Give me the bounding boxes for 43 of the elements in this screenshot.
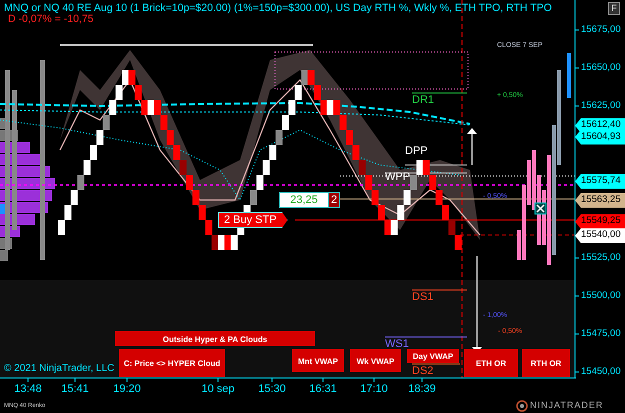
brand-name: NINJATRADER — [530, 401, 604, 410]
time-label: 15:30 — [258, 384, 286, 395]
price-marker: 15540,00 — [575, 228, 625, 244]
copyright-text: © 2021 NinjaTrader, LLC — [4, 364, 114, 374]
price-label: 15675,00 — [581, 25, 621, 34]
chart-button[interactable]: Outside Hyper & PA Clouds — [115, 331, 315, 346]
price-label: 15625,00 — [581, 101, 621, 110]
price-label: 15450,00 — [581, 367, 621, 376]
time-label: 10 sep — [201, 384, 235, 395]
price-label: 15650,00 — [581, 63, 621, 72]
time-label: 17:10 — [360, 384, 388, 395]
chart-label: WS1 — [385, 339, 409, 350]
position-quantity: 2 — [328, 192, 340, 208]
price-marker: 15549,25 — [575, 214, 625, 230]
price-marker: 15563,25 — [575, 192, 625, 208]
corner-button[interactable]: F — [608, 2, 620, 15]
chart-label: DR1 — [412, 95, 434, 106]
brand-logo-icon — [516, 400, 528, 412]
price-label: 15500,00 — [581, 291, 621, 300]
up-arrow-icon — [467, 128, 477, 165]
price-marker: 15604,93 — [575, 130, 625, 144]
change-readout: D -0,07% = -10,75 — [8, 14, 94, 24]
chart-button[interactable]: Wk VWAP — [350, 349, 401, 372]
time-label: 16:31 — [309, 384, 337, 395]
chart-label: DS1 — [412, 292, 434, 303]
price-marker: 15575,74 — [575, 174, 625, 189]
time-label: 19:20 — [113, 384, 141, 395]
time-label: 13:48 — [14, 384, 42, 395]
price-label: 15525,00 — [581, 253, 621, 262]
chart-button[interactable]: Mnt VWAP — [292, 349, 344, 372]
chart-button[interactable]: C: Price <> HYPER Cloud — [119, 349, 225, 377]
price-label: 15475,00 — [581, 329, 621, 338]
chart-label: DPP — [405, 146, 428, 157]
chart-button[interactable]: Day VWAP — [407, 349, 459, 363]
time-label: 15:41 — [61, 384, 89, 395]
chart-button[interactable]: RTH OR — [522, 349, 570, 377]
chart-label: DS2 — [412, 366, 434, 377]
order-label[interactable]: 2 Buy STP — [218, 212, 288, 228]
time-label: 18:39 — [408, 384, 436, 395]
close-icon[interactable] — [534, 202, 546, 214]
position-pnl: 23,25 — [279, 192, 329, 208]
chart-title: MNQ or NQ 40 RE Aug 10 (1 Brick=10p=$20.00) (1%=150p=$300.00), US Day RTH %, Wkly %, ETH TPO, RTH TPO — [4, 3, 552, 14]
chart-button[interactable]: ETH OR — [464, 349, 518, 377]
